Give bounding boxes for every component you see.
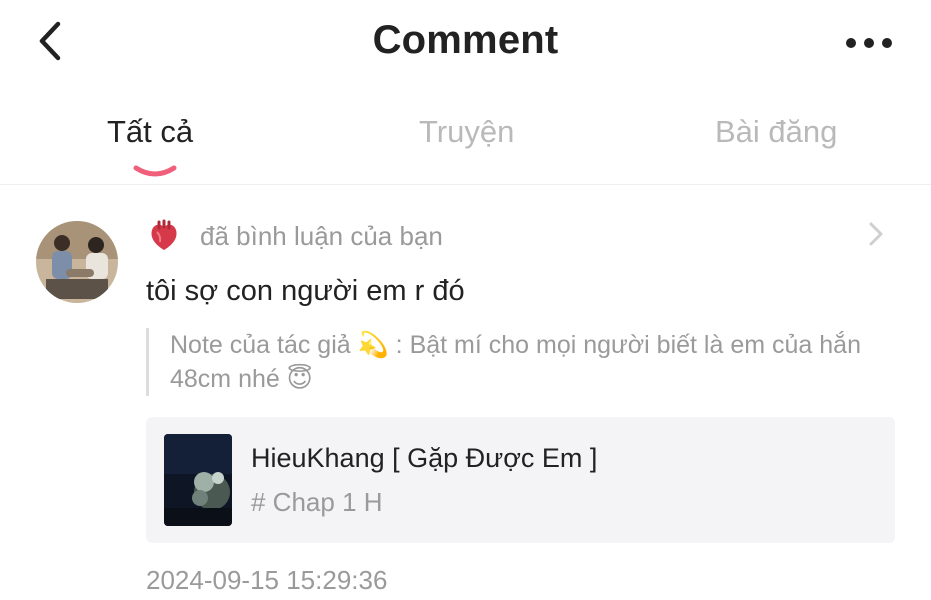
activity-text: đã bình luận của bạn	[200, 221, 443, 251]
active-tab-indicator	[133, 165, 177, 177]
page-title: Comment	[372, 18, 559, 62]
more-options-button[interactable]	[843, 26, 895, 60]
story-card[interactable]: HieuKhang [ Gặp Được Em ] # Chap 1 H	[146, 417, 895, 543]
tab-bai-dang[interactable]: Bài đăng	[715, 114, 837, 150]
notification-item[interactable]: đã bình luận của bạn tôi sợ con người em…	[0, 185, 931, 600]
more-dots-icon	[846, 38, 892, 48]
timestamp: 2024-09-15 15:29:36	[146, 565, 388, 595]
top-bar: Comment	[0, 0, 931, 90]
comment-text: tôi sợ con người em r đó	[146, 275, 465, 307]
chevron-right-icon[interactable]	[865, 221, 887, 247]
chapter-label: # Chap 1 H	[251, 487, 383, 517]
tab-truyen[interactable]: Truyện	[419, 114, 514, 150]
anatomical-heart-icon	[151, 219, 177, 250]
avatar[interactable]	[36, 221, 118, 303]
story-title: HieuKhang [ Gặp Được Em ]	[251, 443, 598, 473]
quoted-note: Note của tác giả 💫 : Bật mí cho mọi ngườ…	[146, 328, 910, 396]
tab-all[interactable]: Tất cả	[107, 114, 193, 150]
story-cover	[164, 434, 232, 526]
